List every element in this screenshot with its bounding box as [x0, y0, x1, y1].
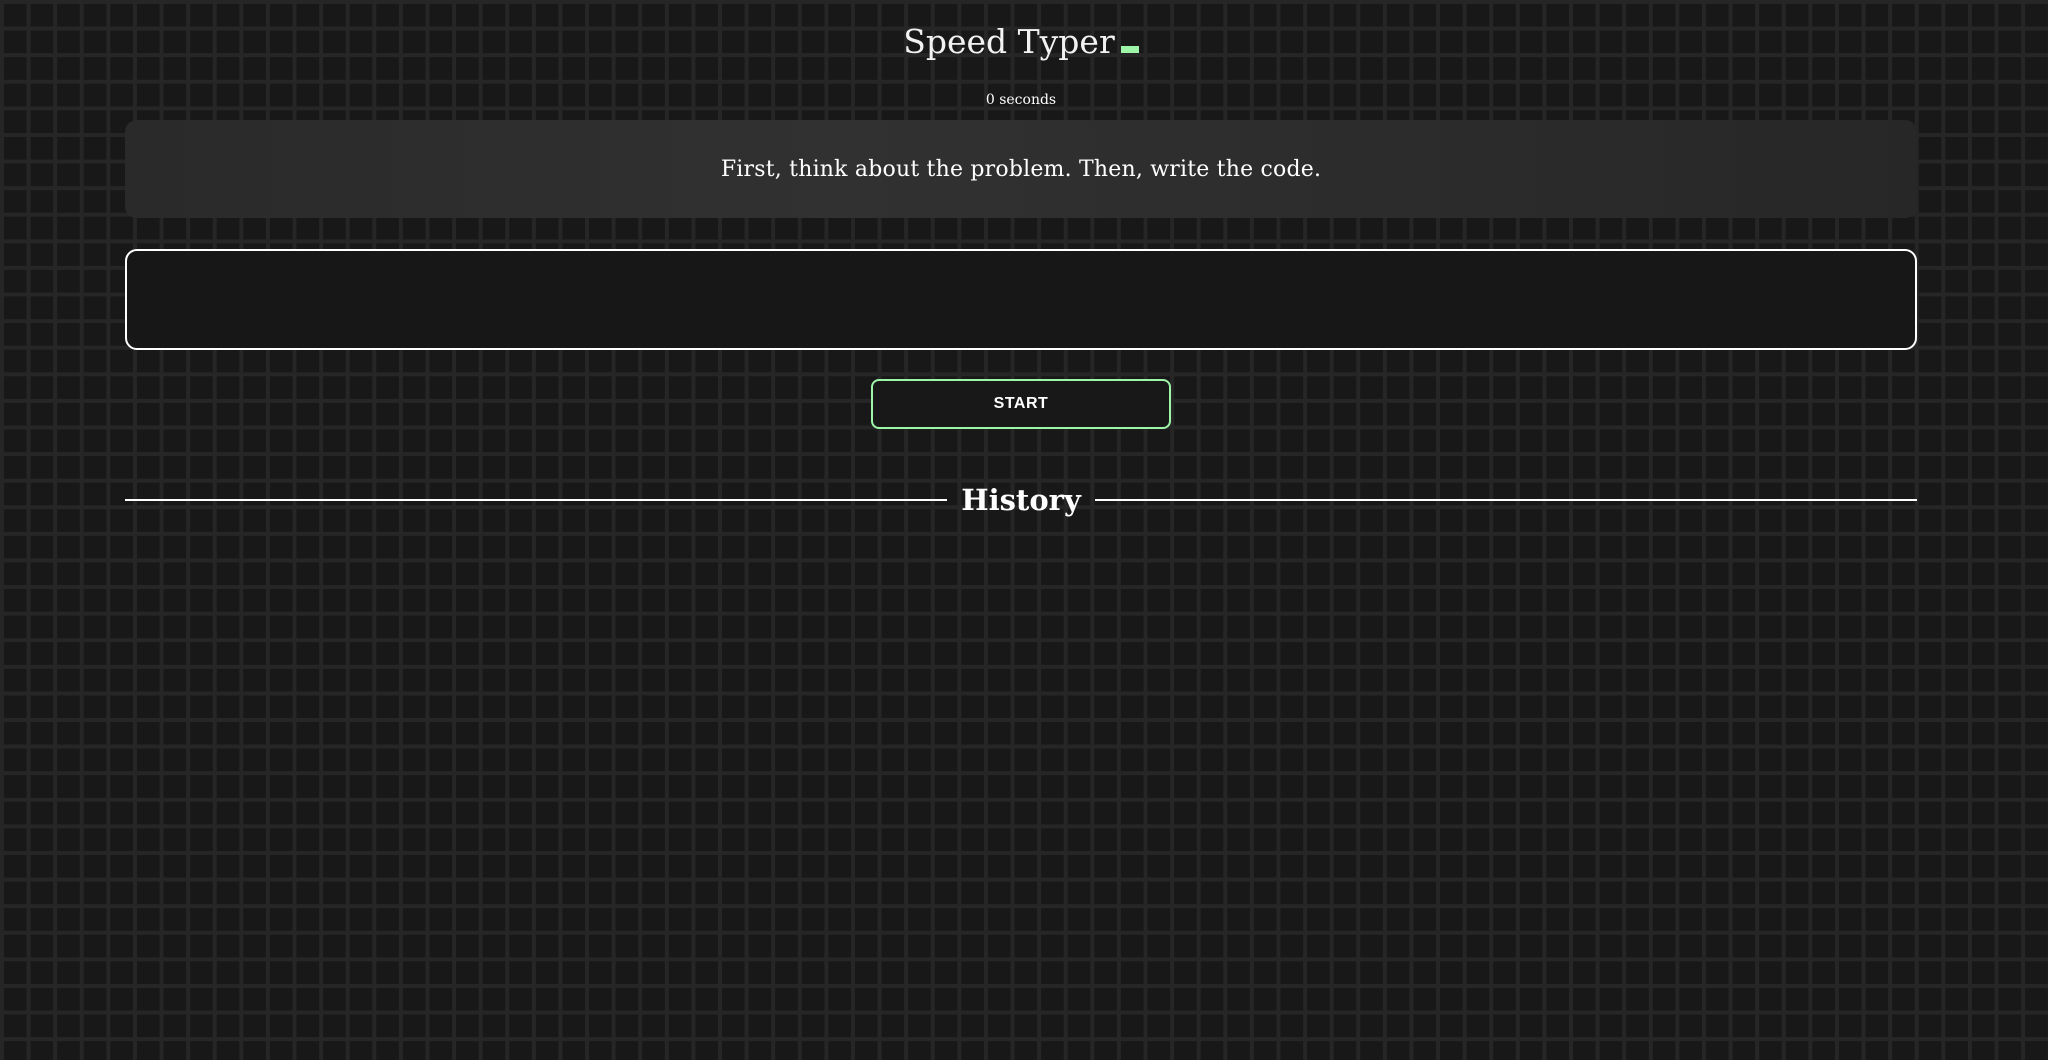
typing-input-container[interactable] [125, 249, 1917, 350]
start-button[interactable]: START [871, 379, 1171, 429]
timer-display: 0 seconds [985, 92, 1057, 108]
history-divider-left [125, 499, 948, 501]
speed-typer-app: Speed Typer 0 seconds First, think about… [125, 0, 1917, 1060]
prompt-text: First, think about the problem. Then, wr… [720, 156, 1322, 182]
history-title: History [961, 483, 1081, 517]
typing-input[interactable] [127, 251, 1915, 348]
app-title: Speed Typer [903, 22, 1115, 61]
history-header: History [125, 480, 1917, 520]
prompt-panel: First, think about the problem. Then, wr… [125, 120, 1917, 218]
page-title: Speed Typer [125, 20, 1917, 64]
history-divider-right [1094, 499, 1917, 501]
blinking-cursor-icon [1120, 46, 1139, 53]
